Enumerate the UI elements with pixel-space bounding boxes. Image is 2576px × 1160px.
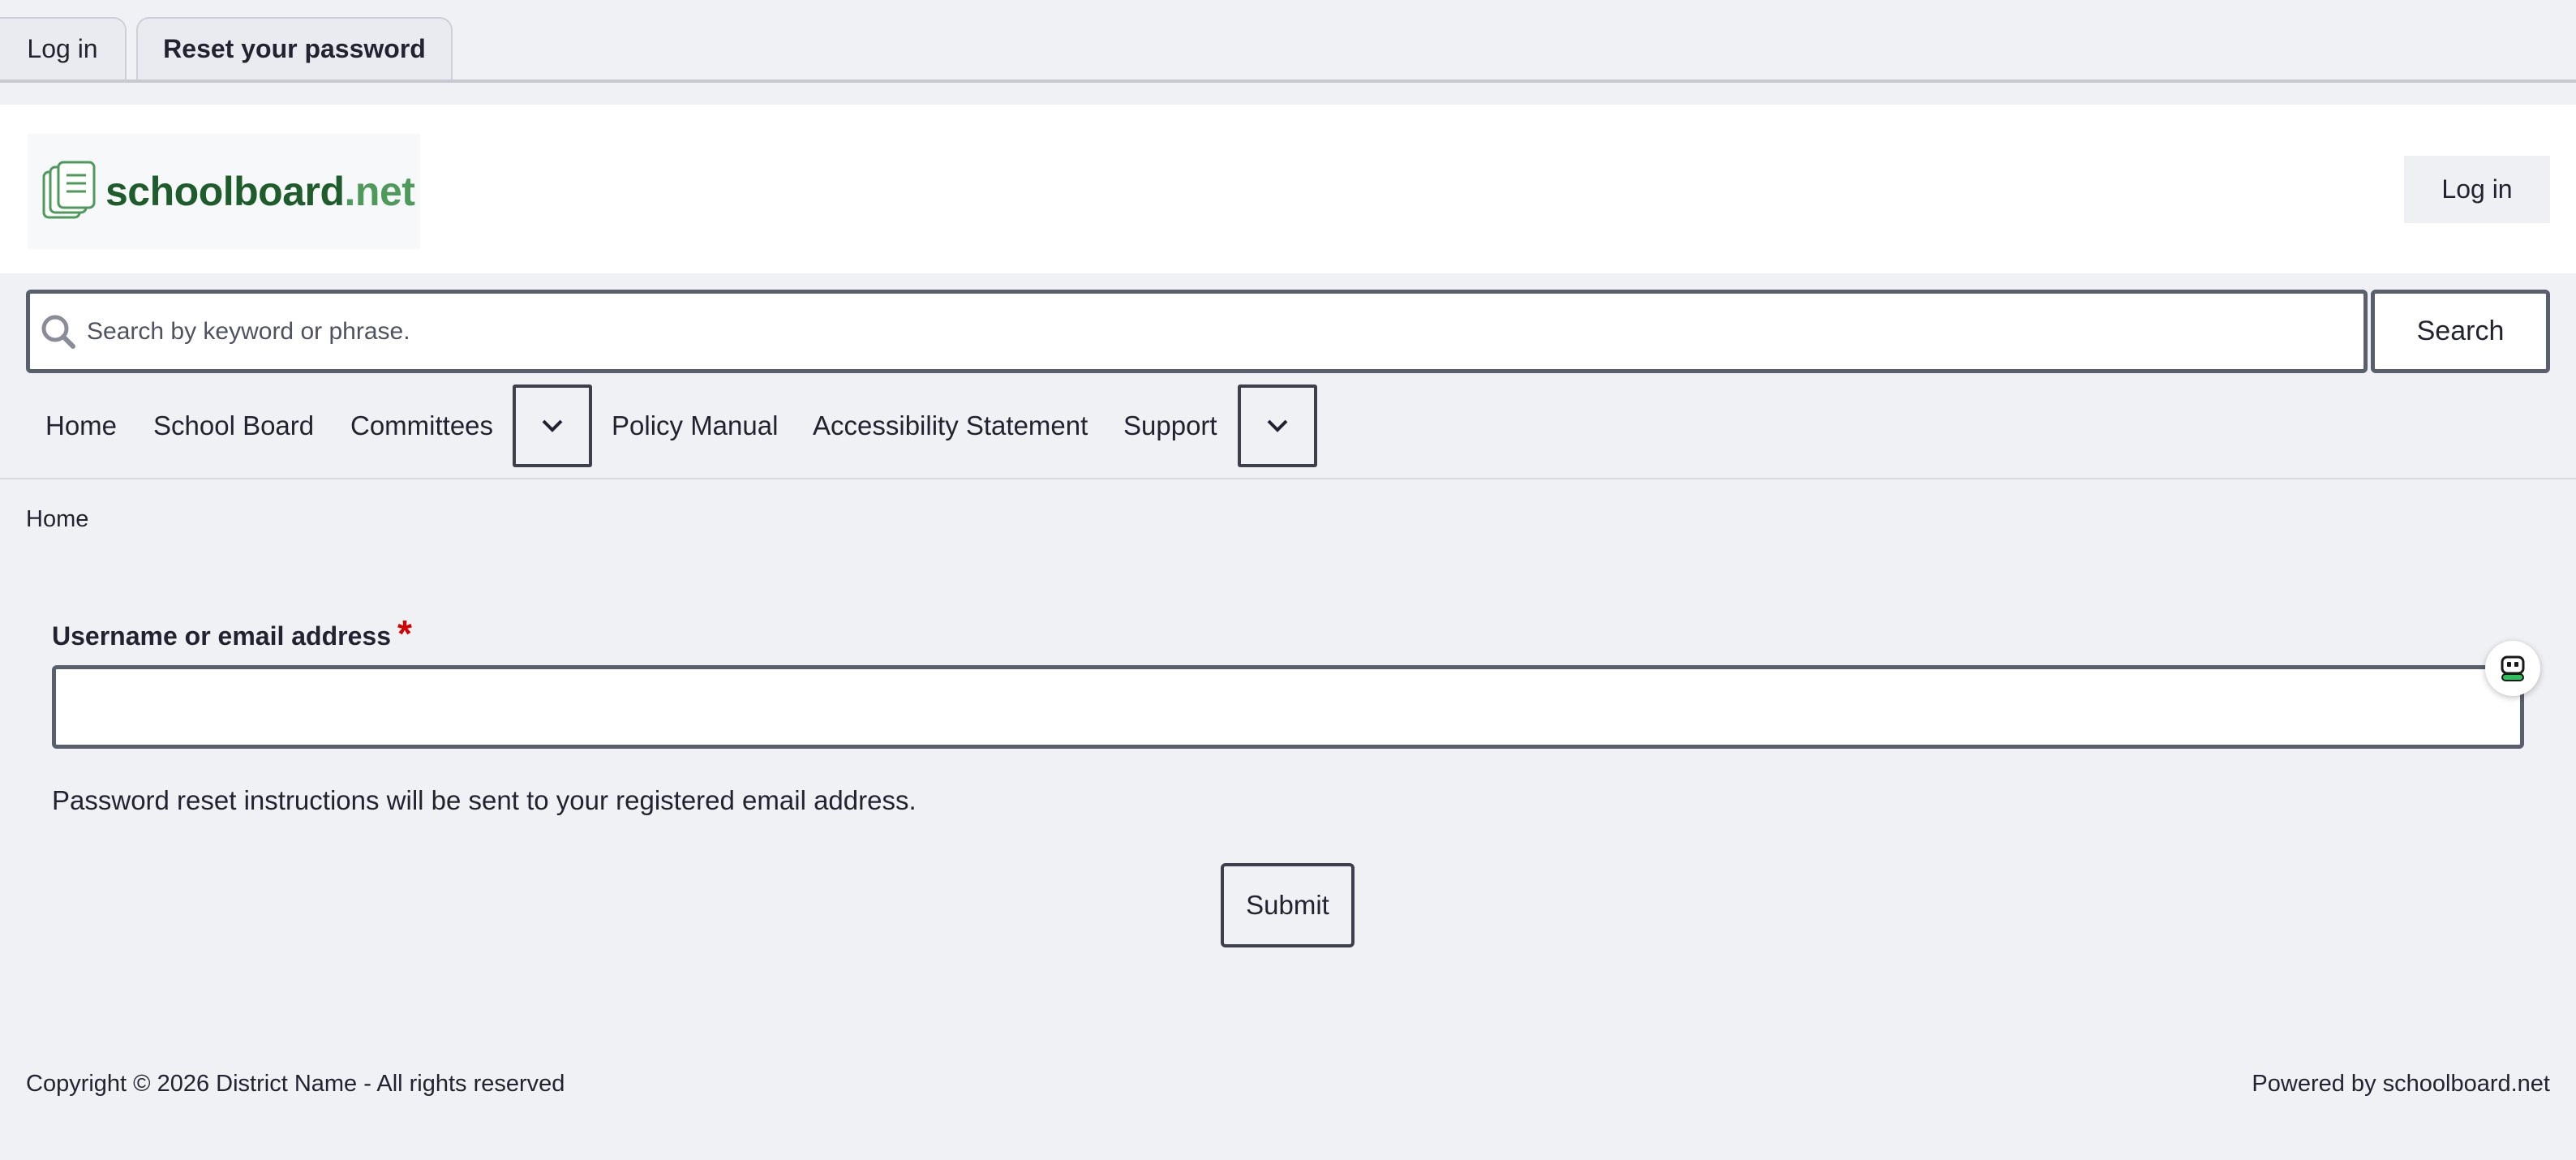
search-button[interactable]: Search [2371, 290, 2550, 373]
required-marker: * [397, 612, 412, 655]
username-label: Username or email address * [52, 612, 412, 655]
nav-item-home[interactable]: Home [45, 385, 117, 467]
footer-powered-by: Powered by schoolboard.net [2252, 1071, 2550, 1097]
nav-item-school-board[interactable]: School Board [153, 385, 314, 467]
committees-submenu-toggle[interactable] [513, 385, 592, 467]
header-login-button[interactable]: Log in [2404, 156, 2550, 223]
site-logo[interactable]: schoolboard.net [28, 134, 420, 249]
tab-reset-password[interactable]: Reset your password [136, 17, 453, 79]
documents-icon [42, 161, 96, 219]
nav-item-accessibility-statement[interactable]: Accessibility Statement [813, 385, 1088, 467]
username-label-text: Username or email address [52, 621, 391, 651]
tab-log-in[interactable]: Log in [0, 17, 127, 79]
local-tabs: Log in Reset your password [0, 0, 2576, 83]
chevron-down-icon [542, 419, 563, 432]
nav-item-policy-manual[interactable]: Policy Manual [612, 385, 778, 467]
search-box [26, 290, 2368, 373]
username-email-field[interactable] [52, 665, 2524, 749]
main-nav: Home School Board Committees Policy Manu… [0, 385, 2576, 479]
breadcrumb[interactable]: Home [26, 506, 88, 533]
logo-text: schoolboard.net [105, 169, 415, 214]
robot-icon [2501, 655, 2525, 681]
nav-item-support[interactable]: Support [1123, 385, 1217, 467]
support-submenu-toggle[interactable] [1238, 385, 1317, 467]
footer-copyright: Copyright © 2026 District Name - All rig… [26, 1071, 565, 1097]
submit-button[interactable]: Submit [1221, 863, 1355, 947]
nav-divider [0, 478, 2576, 479]
assistant-widget[interactable] [2485, 641, 2540, 696]
nav-item-committees[interactable]: Committees [350, 385, 493, 467]
chevron-down-icon [1267, 419, 1288, 432]
search-input[interactable] [77, 294, 2363, 369]
helper-text: Password reset instructions will be sent… [52, 785, 917, 815]
search-icon [40, 313, 77, 350]
